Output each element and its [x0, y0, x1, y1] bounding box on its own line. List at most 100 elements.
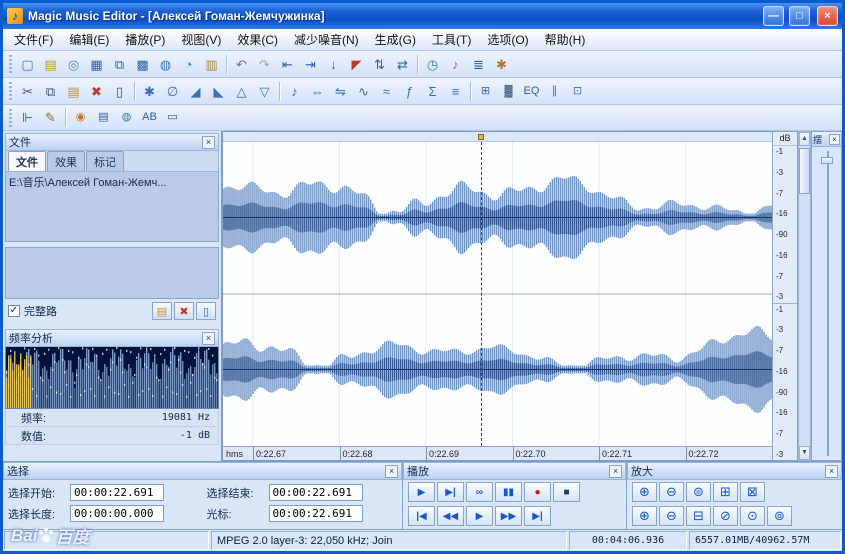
- toolbar-grip[interactable]: [9, 82, 12, 100]
- waveform-canvas[interactable]: [223, 142, 772, 446]
- menu-item[interactable]: 帮助(H): [537, 29, 594, 50]
- toolbar-button[interactable]: ↷: [253, 53, 276, 76]
- zoom-vertical-out-button[interactable]: ⊖: [659, 506, 684, 526]
- go-end-button[interactable]: ▶|: [524, 506, 551, 526]
- toolbar-button[interactable]: ▥: [200, 53, 223, 76]
- cursor-handle[interactable]: [478, 134, 484, 140]
- zoom-vertical-fit-button[interactable]: ⊟: [686, 506, 711, 526]
- toolbar-button[interactable]: ⧉: [108, 53, 131, 76]
- zoom-selection-button[interactable]: ⊜: [686, 482, 711, 502]
- zoom-1-1-button[interactable]: ⊠: [740, 482, 765, 502]
- file-action-button[interactable]: ▯: [196, 302, 216, 320]
- scroll-left-button[interactable]: ⊘: [713, 506, 738, 526]
- toolbar-button[interactable]: ✎: [39, 106, 62, 129]
- play-selection-button[interactable]: ▶|: [437, 482, 464, 502]
- timeline-ruler[interactable]: hms 0:22.670:22.680:22.690:22.700:22.710…: [223, 446, 772, 460]
- toolbar-button[interactable]: ◔: [177, 53, 200, 76]
- close-button[interactable]: ×: [817, 6, 838, 26]
- menu-item[interactable]: 减少噪音(N): [286, 29, 367, 50]
- toolbar-button[interactable]: ◉: [69, 106, 92, 129]
- toolbar-button[interactable]: ✂: [16, 80, 39, 103]
- full-path-checkbox[interactable]: ✓: [8, 305, 20, 317]
- amplitude-panel-header[interactable]: 摆 ×: [812, 132, 841, 147]
- scroll-up-icon[interactable]: ▲: [799, 132, 810, 146]
- toolbar-button[interactable]: ▓: [497, 80, 520, 103]
- play-from-cursor-button[interactable]: ▶: [466, 506, 493, 526]
- toolbar-button[interactable]: ⊩: [16, 106, 39, 129]
- file-list-item[interactable]: E:\音乐\Алексей Гоман-Жемч...: [7, 173, 217, 191]
- file-list-secondary[interactable]: [5, 247, 219, 299]
- toolbar-grip[interactable]: [9, 55, 12, 73]
- selection-field-input[interactable]: 00:00:00.000: [70, 505, 164, 522]
- menu-item[interactable]: 视图(V): [173, 29, 229, 50]
- menu-item[interactable]: 效果(C): [229, 29, 286, 50]
- selection-panel-header[interactable]: 选择 ×: [3, 462, 402, 480]
- selection-field-input[interactable]: 00:00:22.691: [269, 484, 363, 501]
- toolbar-button[interactable]: ∅: [161, 80, 184, 103]
- toolbar-button[interactable]: ▢: [16, 53, 39, 76]
- zoom-panel-close-icon[interactable]: ×: [825, 465, 838, 478]
- selection-field-input[interactable]: 00:00:22.691: [269, 505, 363, 522]
- toolbar-button[interactable]: ⇔: [306, 80, 329, 103]
- toolbar-button[interactable]: ✱: [490, 53, 513, 76]
- toolbar-button[interactable]: ▤: [62, 80, 85, 103]
- toolbar-button[interactable]: ⊡: [566, 80, 589, 103]
- toolbar-button[interactable]: ♪: [444, 53, 467, 76]
- scrollbar-track[interactable]: [799, 146, 810, 446]
- toolbar-button[interactable]: ▩: [131, 53, 154, 76]
- scroll-down-icon[interactable]: ▼: [799, 446, 810, 460]
- vertical-scrollbar[interactable]: ▲ ▼: [798, 131, 811, 461]
- toolbar-button[interactable]: EQ: [520, 80, 543, 103]
- frequency-panel-header[interactable]: 频率分析 ×: [5, 329, 219, 347]
- toolbar-button[interactable]: ⊞: [474, 80, 497, 103]
- toolbar-button[interactable]: ◍: [115, 106, 138, 129]
- selection-panel-close-icon[interactable]: ×: [385, 465, 398, 478]
- toolbar-grip[interactable]: [9, 109, 12, 127]
- toolbar-button[interactable]: ◎: [62, 53, 85, 76]
- toolbar-button[interactable]: ♪: [283, 80, 306, 103]
- zoom-fit-button[interactable]: ⊞: [713, 482, 738, 502]
- playback-cursor[interactable]: [481, 142, 482, 446]
- fast-forward-button[interactable]: ▶▶: [495, 506, 522, 526]
- toolbar-button[interactable]: ∿: [352, 80, 375, 103]
- minimize-button[interactable]: —: [763, 6, 784, 26]
- files-panel-close-icon[interactable]: ×: [202, 136, 215, 149]
- toolbar-button[interactable]: ▤: [39, 53, 62, 76]
- toolbar-button[interactable]: ƒ: [398, 80, 421, 103]
- tab-effects[interactable]: 效果: [47, 151, 85, 171]
- menu-item[interactable]: 播放(P): [117, 29, 173, 50]
- record-button[interactable]: ●: [524, 482, 551, 502]
- playback-panel-header[interactable]: 播放 ×: [403, 462, 626, 480]
- toolbar-button[interactable]: ◷: [421, 53, 444, 76]
- toolbar-button[interactable]: ✱: [138, 80, 161, 103]
- toolbar-button[interactable]: ∥: [543, 80, 566, 103]
- scroll-right-button[interactable]: ⊙: [740, 506, 765, 526]
- amplitude-panel-close-icon[interactable]: ×: [829, 134, 840, 145]
- playback-panel-close-icon[interactable]: ×: [609, 465, 622, 478]
- toolbar-button[interactable]: ▯: [108, 80, 131, 103]
- menu-item[interactable]: 生成(G): [367, 29, 424, 50]
- toolbar-button[interactable]: ✖: [85, 80, 108, 103]
- tab-files[interactable]: 文件: [8, 151, 46, 171]
- toolbar-button[interactable]: ⇋: [329, 80, 352, 103]
- amplitude-slider-thumb[interactable]: [821, 157, 833, 164]
- toolbar-button[interactable]: ↓: [322, 53, 345, 76]
- maximize-button[interactable]: □: [789, 6, 810, 26]
- toolbar-button[interactable]: ⇤: [276, 53, 299, 76]
- loop-button[interactable]: ∞: [466, 482, 493, 502]
- toolbar-button[interactable]: ≈: [375, 80, 398, 103]
- scrollbar-thumb[interactable]: [799, 148, 810, 194]
- toolbar-button[interactable]: ▽: [253, 80, 276, 103]
- rewind-button[interactable]: ◀◀: [437, 506, 464, 526]
- menu-item[interactable]: 文件(F): [6, 29, 61, 50]
- tab-markers[interactable]: 标记: [86, 151, 124, 171]
- zoom-reset-button[interactable]: ⊚: [767, 506, 792, 526]
- frequency-panel-close-icon[interactable]: ×: [202, 332, 215, 345]
- toolbar-button[interactable]: △: [230, 80, 253, 103]
- title-bar[interactable]: ♪ Magic Music Editor - [Алексей Гоман-Же…: [3, 3, 842, 29]
- selection-field-input[interactable]: 00:00:22.691: [70, 484, 164, 501]
- toolbar-button[interactable]: ⧉: [39, 80, 62, 103]
- pause-button[interactable]: ▮▮: [495, 482, 522, 502]
- files-panel-header[interactable]: 文件 ×: [5, 133, 219, 151]
- stop-button[interactable]: ■: [553, 482, 580, 502]
